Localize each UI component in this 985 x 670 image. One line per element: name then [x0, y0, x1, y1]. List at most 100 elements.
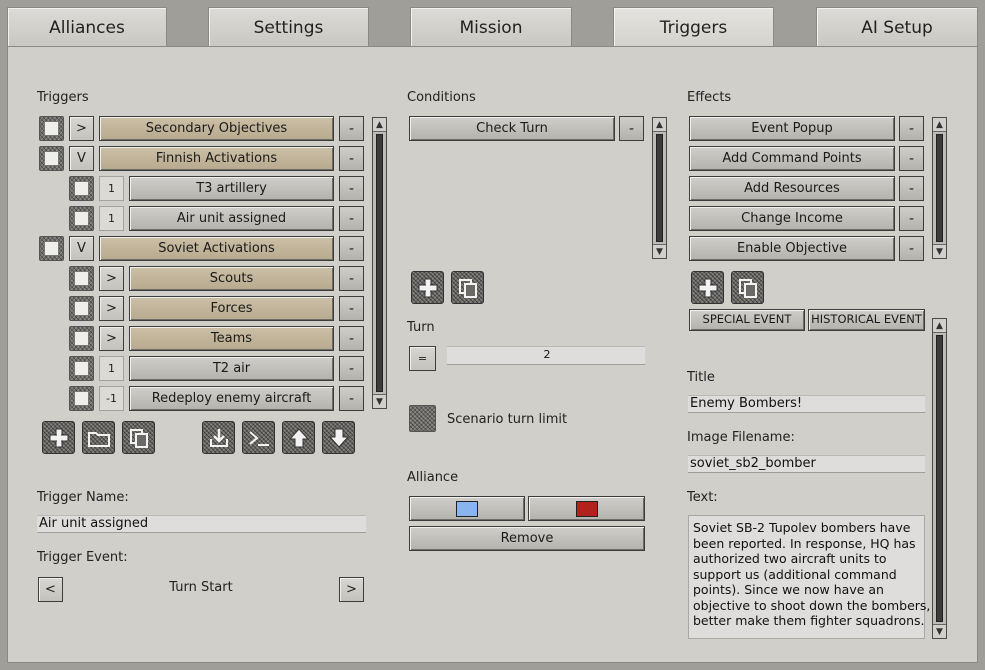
scroll-track[interactable] — [936, 134, 943, 242]
copy-trigger-button[interactable] — [122, 421, 155, 454]
historical-event-button[interactable]: HISTORICAL EVENT — [808, 309, 925, 331]
trigger-checkbox[interactable] — [69, 176, 94, 201]
tab-alliances[interactable]: Alliances — [7, 7, 167, 47]
copy-effect-button[interactable] — [731, 271, 764, 304]
scroll-up-arrow-icon[interactable]: ▲ — [933, 118, 946, 132]
trigger-checkbox[interactable] — [69, 206, 94, 231]
effect-details-scrollbar[interactable]: ▲ ▼ — [932, 318, 947, 639]
add-effect-button[interactable] — [691, 271, 724, 304]
trigger-item[interactable]: Air unit assigned — [129, 206, 334, 231]
remove-trigger-button[interactable]: - — [339, 386, 364, 411]
conditions-scrollbar[interactable]: ▲ ▼ — [652, 117, 667, 259]
trigger-event-next-button[interactable]: > — [339, 577, 364, 602]
scroll-down-arrow-icon[interactable]: ▼ — [373, 394, 386, 408]
remove-effect-button[interactable]: - — [899, 146, 924, 171]
remove-trigger-button[interactable]: - — [339, 206, 364, 231]
trigger-checkbox[interactable] — [39, 146, 64, 171]
scroll-track[interactable] — [376, 134, 383, 392]
trigger-checkbox[interactable] — [69, 386, 94, 411]
trigger-checkbox[interactable] — [69, 266, 94, 291]
scroll-down-arrow-icon[interactable]: ▼ — [933, 244, 946, 258]
scroll-down-arrow-icon[interactable]: ▼ — [653, 244, 666, 258]
expand-toggle-button[interactable]: > — [99, 326, 124, 351]
trigger-item[interactable]: Teams — [129, 326, 334, 351]
scroll-up-arrow-icon[interactable]: ▲ — [373, 118, 386, 132]
move-down-button[interactable] — [322, 421, 355, 454]
trigger-checkbox[interactable] — [39, 236, 64, 261]
effect-item[interactable]: Add Command Points — [689, 146, 895, 171]
remove-effect-button[interactable]: - — [899, 116, 924, 141]
effects-scrollbar[interactable]: ▲ ▼ — [932, 117, 947, 259]
scroll-track[interactable] — [936, 335, 943, 622]
console-button[interactable] — [242, 421, 275, 454]
expand-toggle-button[interactable]: > — [99, 266, 124, 291]
popup-title-field[interactable]: Enemy Bombers! — [688, 395, 925, 413]
trigger-event-value: Turn Start — [169, 580, 233, 595]
expand-toggle-button[interactable]: V — [69, 146, 94, 171]
scroll-track[interactable] — [656, 134, 663, 242]
trigger-item[interactable]: Scouts — [129, 266, 334, 291]
add-condition-button[interactable] — [411, 271, 444, 304]
trigger-checkbox[interactable] — [69, 326, 94, 351]
trigger-repeat-count[interactable]: 1 — [99, 206, 124, 231]
conditions-heading: Conditions — [407, 90, 476, 105]
trigger-name-field[interactable]: Air unit assigned — [37, 515, 366, 533]
trigger-item[interactable]: T3 artillery — [129, 176, 334, 201]
scenario-turn-limit-checkbox[interactable] — [409, 405, 436, 432]
scroll-down-arrow-icon[interactable]: ▼ — [933, 624, 946, 638]
remove-effect-button[interactable]: - — [899, 236, 924, 261]
import-button[interactable] — [202, 421, 235, 454]
remove-trigger-button[interactable]: - — [339, 116, 364, 141]
trigger-list-scrollbar[interactable]: ▲ ▼ — [372, 117, 387, 409]
tab-ai-setup[interactable]: AI Setup — [816, 7, 978, 47]
trigger-repeat-count[interactable]: 1 — [99, 176, 124, 201]
remove-trigger-button[interactable]: - — [339, 326, 364, 351]
trigger-item[interactable]: Secondary Objectives — [99, 116, 334, 141]
add-trigger-button[interactable] — [42, 421, 75, 454]
remove-trigger-button[interactable]: - — [339, 176, 364, 201]
trigger-repeat-count[interactable]: -1 — [99, 386, 124, 411]
trigger-repeat-count[interactable]: 1 — [99, 356, 124, 381]
turn-value-field[interactable]: 2 — [447, 346, 645, 365]
remove-trigger-button[interactable]: - — [339, 146, 364, 171]
remove-effect-button[interactable]: - — [899, 176, 924, 201]
remove-alliance-button[interactable]: Remove — [409, 526, 645, 551]
remove-effect-button[interactable]: - — [899, 206, 924, 231]
effect-item[interactable]: Change Income — [689, 206, 895, 231]
condition-item[interactable]: Check Turn — [409, 116, 615, 141]
alliance-blue-button[interactable] — [409, 496, 525, 521]
turn-operator-button[interactable]: = — [409, 346, 436, 371]
remove-condition-button[interactable]: - — [619, 116, 644, 141]
trigger-item[interactable]: Forces — [129, 296, 334, 321]
remove-trigger-button[interactable]: - — [339, 356, 364, 381]
move-up-button[interactable] — [282, 421, 315, 454]
tab-mission[interactable]: Mission — [410, 7, 572, 47]
alliance-red-button[interactable] — [528, 496, 645, 521]
remove-trigger-button[interactable]: - — [339, 266, 364, 291]
expand-toggle-button[interactable]: > — [99, 296, 124, 321]
tab-settings[interactable]: Settings — [208, 7, 369, 47]
expand-toggle-button[interactable]: V — [69, 236, 94, 261]
special-event-button[interactable]: SPECIAL EVENT — [689, 309, 805, 331]
tab-triggers[interactable]: Triggers — [613, 7, 774, 47]
remove-trigger-button[interactable]: - — [339, 236, 364, 261]
trigger-item[interactable]: T2 air — [129, 356, 334, 381]
trigger-item[interactable]: Redeploy enemy aircraft — [129, 386, 334, 411]
image-filename-field[interactable]: soviet_sb2_bomber — [688, 455, 925, 473]
trigger-event-prev-button[interactable]: < — [38, 577, 63, 602]
add-folder-button[interactable] — [82, 421, 115, 454]
popup-text-area[interactable]: Soviet SB-2 Tupolev bombers have been rep… — [688, 515, 930, 639]
trigger-checkbox[interactable] — [39, 116, 64, 141]
expand-toggle-button[interactable]: > — [69, 116, 94, 141]
remove-trigger-button[interactable]: - — [339, 296, 364, 321]
scroll-up-arrow-icon[interactable]: ▲ — [933, 319, 946, 333]
scroll-up-arrow-icon[interactable]: ▲ — [653, 118, 666, 132]
copy-condition-button[interactable] — [451, 271, 484, 304]
effect-item[interactable]: Event Popup — [689, 116, 895, 141]
trigger-checkbox[interactable] — [69, 296, 94, 321]
trigger-checkbox[interactable] — [69, 356, 94, 381]
trigger-item[interactable]: Finnish Activations — [99, 146, 334, 171]
trigger-item[interactable]: Soviet Activations — [99, 236, 334, 261]
effect-item[interactable]: Add Resources — [689, 176, 895, 201]
effect-item[interactable]: Enable Objective — [689, 236, 895, 261]
